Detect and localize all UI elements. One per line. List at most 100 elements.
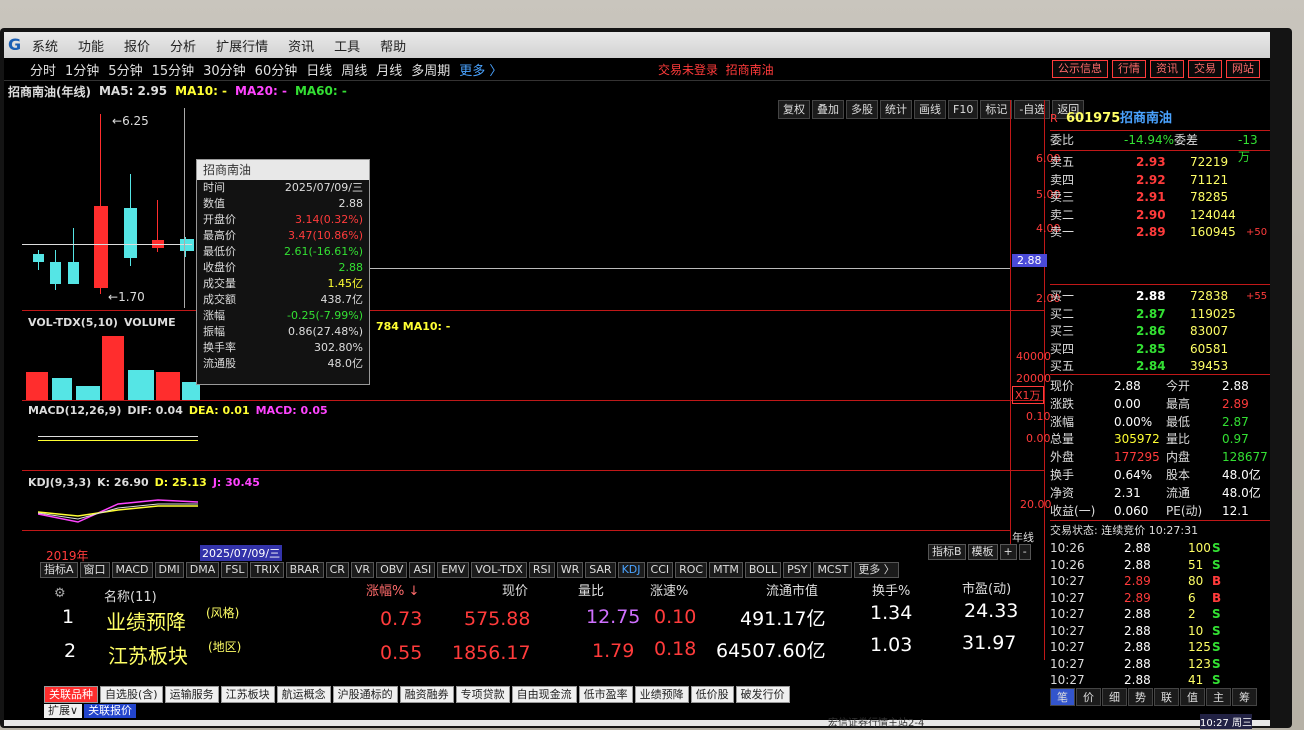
category-tab[interactable]: 运输服务 [164,686,219,703]
quote-tab[interactable]: 价 [1076,688,1101,706]
tool-stats[interactable]: 统计 [880,100,912,119]
category-tab[interactable]: 低价股 [690,686,734,703]
indicator-tab[interactable]: DMI [154,562,184,578]
col-pe[interactable]: 市盈(动) [962,578,1011,597]
indicator-tab[interactable]: 窗口 [79,562,110,578]
period-timeshare[interactable]: 分时 [30,60,56,79]
order-price: 2.90 [1136,207,1166,222]
tool-multi-stock[interactable]: 多股 [846,100,878,119]
indicator-tab[interactable]: TRIX [250,562,284,578]
indicator-tab[interactable]: PSY [783,562,812,578]
indicator-tab[interactable]: MACD [111,562,153,578]
tool-overlay[interactable]: 叠加 [812,100,844,119]
indicator-tool[interactable]: + [999,544,1017,560]
tool-restore-rights[interactable]: 复权 [778,100,810,119]
category-tab[interactable]: 江苏板块 [220,686,275,703]
indicator-tab[interactable]: EMV [437,562,470,578]
period-weekly[interactable]: 周线 [341,60,367,79]
col-change-pct[interactable]: 涨幅% ↓ [366,580,419,599]
category-tab[interactable]: 关联品种 [44,686,98,703]
category-tab[interactable]: 专项贷款 [455,686,510,703]
quote-tab[interactable]: 细 [1102,688,1127,706]
period-more-button[interactable]: 更多 〉 [459,60,502,79]
indicator-tab[interactable]: VR [350,562,375,578]
indicator-tab[interactable]: VOL-TDX [471,562,527,578]
indicator-tool[interactable]: 模板 [967,544,998,560]
quote-tab[interactable]: 势 [1128,688,1153,706]
category-tab[interactable]: 业绩预降 [634,686,689,703]
indicator-tab[interactable]: FSL [221,562,249,578]
ma5-label: MA5: 2.95 [98,84,168,98]
col-speed[interactable]: 涨速% [650,580,688,599]
indicator-tab[interactable]: CR [325,562,349,578]
col-turnover[interactable]: 换手% [872,580,910,599]
indicator-tab[interactable]: WR [556,562,584,578]
menu-extended-quote[interactable]: 扩展行情 [216,36,268,55]
indicator-tab[interactable]: 指标A [40,562,78,578]
menu-analysis[interactable]: 分析 [170,36,196,55]
btn-website[interactable]: 网站 [1226,60,1260,78]
table-header: ⚙ 名称(11) 涨幅% ↓ 现价 量比 涨速% 流通市值 换手% 市盈(动) [40,578,1036,605]
category-tab[interactable]: 低市盈率 [578,686,633,703]
extended-tab[interactable]: 扩展∨ [44,704,83,718]
btn-news[interactable]: 资讯 [1150,60,1184,78]
quote-tab[interactable]: 筹 [1232,688,1257,706]
menu-system[interactable]: 系统 [32,36,58,55]
menu-function[interactable]: 功能 [78,36,104,55]
table-row[interactable]: 2 江苏板块 (地区) 0.55 1856.17 1.79 0.18 64507… [40,632,1036,668]
extended-tab[interactable]: 关联报价 [84,704,137,718]
period-5min[interactable]: 5分钟 [108,60,142,79]
btn-announcement[interactable]: 公示信息 [1052,60,1108,78]
indicator-tab[interactable]: SAR [585,562,616,578]
stat-value: 0.00 [1114,396,1141,411]
settings-gear-icon[interactable]: ⚙ [54,586,66,601]
indicator-tab[interactable]: OBV [376,562,408,578]
tool-f10[interactable]: F10 [948,100,979,119]
quote-tab[interactable]: 主 [1206,688,1231,706]
indicator-tab[interactable]: DMA [185,562,220,578]
tool-draw-line[interactable]: 画线 [914,100,946,119]
menu-help[interactable]: 帮助 [380,36,406,55]
indicator-tab[interactable]: KDJ [617,562,645,578]
col-volume-ratio[interactable]: 量比 [578,580,604,599]
category-tab[interactable]: 破发行价 [735,686,790,703]
indicator-tab[interactable]: MCST [813,562,853,578]
indicator-tool[interactable]: - [1018,544,1031,560]
btn-trade[interactable]: 交易 [1188,60,1222,78]
indicator-tab[interactable]: ASI [409,562,436,578]
menu-tools[interactable]: 工具 [334,36,360,55]
category-tab[interactable]: 沪股通标的 [332,686,398,703]
period-30min[interactable]: 30分钟 [203,60,246,79]
period-monthly[interactable]: 月线 [376,60,402,79]
col-price[interactable]: 现价 [502,580,528,599]
quote-tab[interactable]: 笔 [1050,688,1075,706]
indicator-tab[interactable]: CCI [646,562,674,578]
indicator-tab[interactable]: 更多 〉 [854,562,899,578]
btn-market[interactable]: 行情 [1112,60,1146,78]
menu-news[interactable]: 资讯 [288,36,314,55]
indicator-tab[interactable]: MTM [709,562,743,578]
tooltip-key: 成交额 [203,293,236,306]
tooltip-key: 振幅 [203,325,225,338]
period-daily[interactable]: 日线 [306,60,332,79]
category-tab[interactable]: 自选股(含) [100,686,163,703]
period-multi[interactable]: 多周期 [411,60,450,79]
indicator-tab[interactable]: RSI [528,562,555,578]
category-tab[interactable]: 自由现金流 [511,686,577,703]
quote-tab[interactable]: 值 [1180,688,1205,706]
indicator-tool[interactable]: 指标B [928,544,966,560]
tool-mark[interactable]: 标记 [980,100,1013,119]
quote-tab[interactable]: 联 [1154,688,1179,706]
category-tab[interactable]: 融资融券 [399,686,454,703]
table-row[interactable]: 1 业绩预降 (风格) 0.73 575.88 12.75 0.10 491.1… [40,600,1036,634]
period-60min[interactable]: 60分钟 [255,60,298,79]
indicator-tab[interactable]: ROC [675,562,708,578]
order-level-label: 卖三 [1050,190,1075,204]
col-market-cap[interactable]: 流通市值 [766,580,818,599]
category-tab[interactable]: 航运概念 [276,686,331,703]
period-1min[interactable]: 1分钟 [65,60,99,79]
menu-quote[interactable]: 报价 [124,36,150,55]
indicator-tab[interactable]: BRAR [285,562,324,578]
indicator-tab[interactable]: BOLL [744,562,782,578]
period-15min[interactable]: 15分钟 [152,60,195,79]
